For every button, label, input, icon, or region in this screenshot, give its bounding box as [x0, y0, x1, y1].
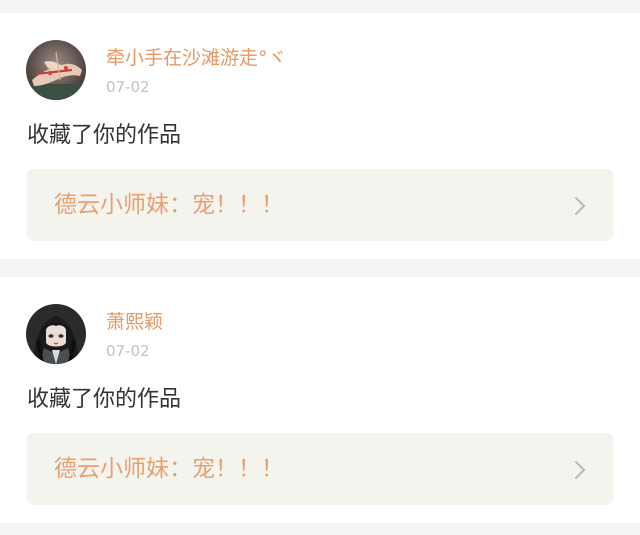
timestamp: 07-02	[106, 342, 150, 360]
work-link[interactable]: 德云小师妹：宠！！！	[27, 433, 613, 505]
avatar[interactable]	[26, 304, 86, 364]
notification-action-text: 收藏了你的作品	[27, 387, 182, 412]
avatar-hand-photo-icon	[26, 40, 86, 100]
timestamp: 07-02	[106, 78, 150, 96]
notification-feed: 牵小手在沙滩游走°ヾ 07-02 收藏了你的作品 德云小师妹：宠！！！ 萧熙颖 …	[0, 0, 640, 535]
notification-action-text: 收藏了你的作品	[27, 123, 182, 148]
username[interactable]: 牵小手在沙滩游走°ヾ	[106, 46, 287, 70]
username[interactable]: 萧熙颖	[106, 310, 163, 334]
notification-card: 牵小手在沙滩游走°ヾ 07-02 收藏了你的作品 德云小师妹：宠！！！	[0, 13, 640, 259]
chevron-right-icon	[575, 197, 585, 215]
work-title: 德云小师妹：宠！！！	[54, 192, 284, 218]
chevron-right-icon	[575, 461, 585, 479]
work-link[interactable]: 德云小师妹：宠！！！	[27, 169, 613, 241]
notification-card: 萧熙颖 07-02 收藏了你的作品 德云小师妹：宠！！！	[0, 277, 640, 523]
avatar-anime-girl-icon	[26, 304, 86, 364]
avatar[interactable]	[26, 40, 86, 100]
work-title: 德云小师妹：宠！！！	[54, 456, 284, 482]
